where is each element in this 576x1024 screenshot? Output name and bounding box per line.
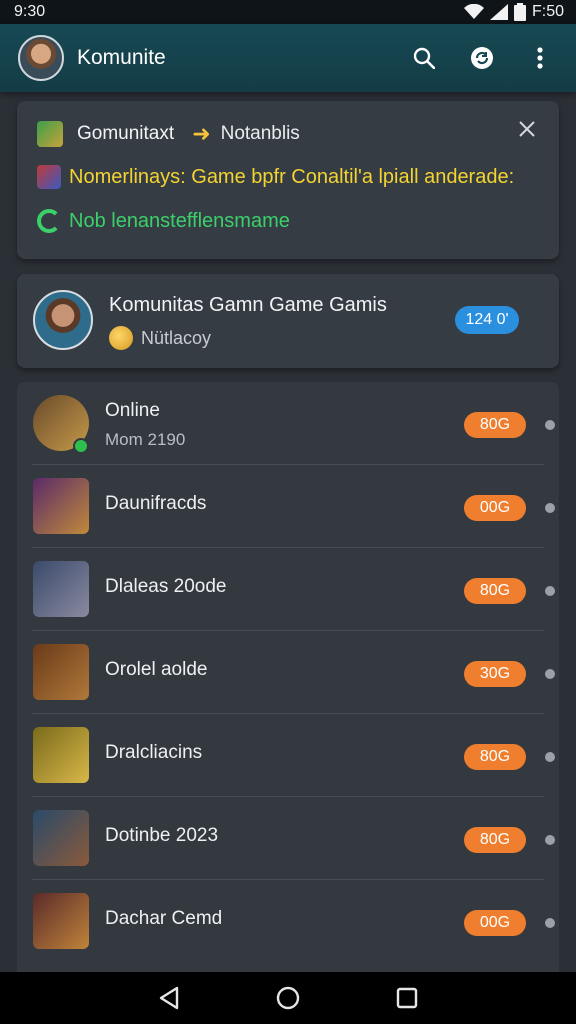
more-dot-icon[interactable] bbox=[545, 835, 555, 845]
app-bar: Komunite bbox=[0, 24, 576, 92]
home-icon[interactable] bbox=[274, 984, 302, 1012]
game-thumbnail bbox=[33, 644, 89, 700]
game-title: Orolel aolde bbox=[105, 659, 208, 680]
notification-message: Nomerlinays: Game bpfr Conaltil'a lpiall… bbox=[69, 165, 515, 188]
status-right-time: F:50 bbox=[531, 3, 564, 20]
notification-header: Gomunitaxt ➜ Notanblis bbox=[37, 121, 300, 147]
online-status-icon bbox=[73, 438, 89, 454]
recents-icon[interactable] bbox=[393, 984, 421, 1012]
list-item-game-7[interactable]: Dachar Cemd 00G bbox=[17, 880, 559, 963]
notification-status: Nob lenanstefflensmame bbox=[69, 209, 290, 232]
list-item-game-4[interactable]: Orolel aolde 30G bbox=[17, 631, 559, 714]
list-item-game-1[interactable]: Online Mom 2190 80G bbox=[17, 382, 559, 465]
refresh-icon bbox=[37, 209, 61, 233]
list-item-game-2[interactable]: Daunifracds 00G bbox=[17, 465, 559, 548]
list-item-game-6[interactable]: Dotinbe 2023 80G bbox=[17, 797, 559, 880]
notification-title-2: Notanblis bbox=[220, 123, 300, 144]
more-dot-icon[interactable] bbox=[545, 918, 555, 928]
app-bar-actions bbox=[412, 46, 552, 70]
game-badge: 80G bbox=[464, 578, 526, 604]
game-title: Dlaleas 20ode bbox=[105, 576, 227, 597]
battery-icon bbox=[513, 3, 526, 21]
game-thumbnail bbox=[33, 727, 89, 783]
notification-line-green: Nob lenanstefflensmame bbox=[37, 209, 290, 233]
game-title: Daunifracds bbox=[105, 493, 207, 514]
more-dot-icon[interactable] bbox=[545, 586, 555, 596]
status-time: 9:30 bbox=[14, 3, 46, 20]
game-subtitle: Mom 2190 bbox=[105, 430, 186, 449]
list-item-game-3[interactable]: Dlaleas 20ode 80G bbox=[17, 548, 559, 631]
notification-app-icon bbox=[37, 121, 63, 147]
game-title: Online bbox=[105, 400, 160, 421]
sync-icon[interactable] bbox=[470, 46, 494, 70]
game-badge: 80G bbox=[464, 827, 526, 853]
coin-icon bbox=[109, 326, 133, 350]
profile-card[interactable]: Komunitas Gamn Game Gamis Nütlacoy 124 0… bbox=[17, 274, 559, 368]
app-title: Komunite bbox=[77, 46, 166, 69]
game-list: Online Mom 2190 80G Daunifracds 00G Dlal… bbox=[17, 382, 559, 972]
game-badge: 80G bbox=[464, 412, 526, 438]
search-icon[interactable] bbox=[412, 46, 436, 70]
more-dot-icon[interactable] bbox=[545, 669, 555, 679]
game-badge: 30G bbox=[464, 661, 526, 687]
list-item-game-5[interactable]: Dralcliacins 80G bbox=[17, 714, 559, 797]
notification-title: Gomunitaxt bbox=[77, 123, 175, 144]
profile-avatar bbox=[33, 290, 93, 350]
game-thumbnail bbox=[33, 561, 89, 617]
profile-subtitle: Nütlacoy bbox=[141, 327, 212, 348]
back-icon[interactable] bbox=[155, 984, 183, 1012]
game-title: Dotinbe 2023 bbox=[105, 825, 219, 846]
profile-badge: 124 0' bbox=[455, 306, 519, 334]
system-nav-bar bbox=[0, 972, 576, 1024]
game-title: Dachar Cemd bbox=[105, 908, 223, 929]
game-badge: 00G bbox=[464, 910, 526, 936]
game-badge: 80G bbox=[464, 744, 526, 770]
more-dot-icon[interactable] bbox=[545, 503, 555, 513]
more-dot-icon[interactable] bbox=[545, 420, 555, 430]
game-thumbnail bbox=[33, 810, 89, 866]
notification-card: Gomunitaxt ➜ Notanblis Nomerlinays: Game… bbox=[17, 101, 559, 259]
signal-icon bbox=[489, 4, 508, 20]
wifi-icon bbox=[463, 4, 484, 19]
arrow-right-icon: ➜ bbox=[192, 121, 211, 146]
more-dot-icon[interactable] bbox=[545, 752, 555, 762]
close-icon[interactable] bbox=[519, 121, 543, 145]
status-icons: F:50 bbox=[463, 3, 564, 21]
more-vert-icon[interactable] bbox=[528, 46, 552, 70]
game-thumbnail bbox=[33, 478, 89, 534]
game-thumbnail bbox=[33, 893, 89, 949]
notification-line-yellow: Nomerlinays: Game bpfr Conaltil'a lpiall… bbox=[37, 165, 514, 189]
game-badge: 00G bbox=[464, 495, 526, 521]
game-title: Dralcliacins bbox=[105, 742, 203, 763]
profile-subtitle-row: Nütlacoy bbox=[109, 326, 211, 350]
profile-name: Komunitas Gamn Game Gamis bbox=[109, 294, 387, 316]
game-icon bbox=[37, 165, 61, 189]
user-avatar[interactable] bbox=[18, 35, 64, 81]
status-bar: 9:30 F:50 bbox=[0, 0, 576, 24]
